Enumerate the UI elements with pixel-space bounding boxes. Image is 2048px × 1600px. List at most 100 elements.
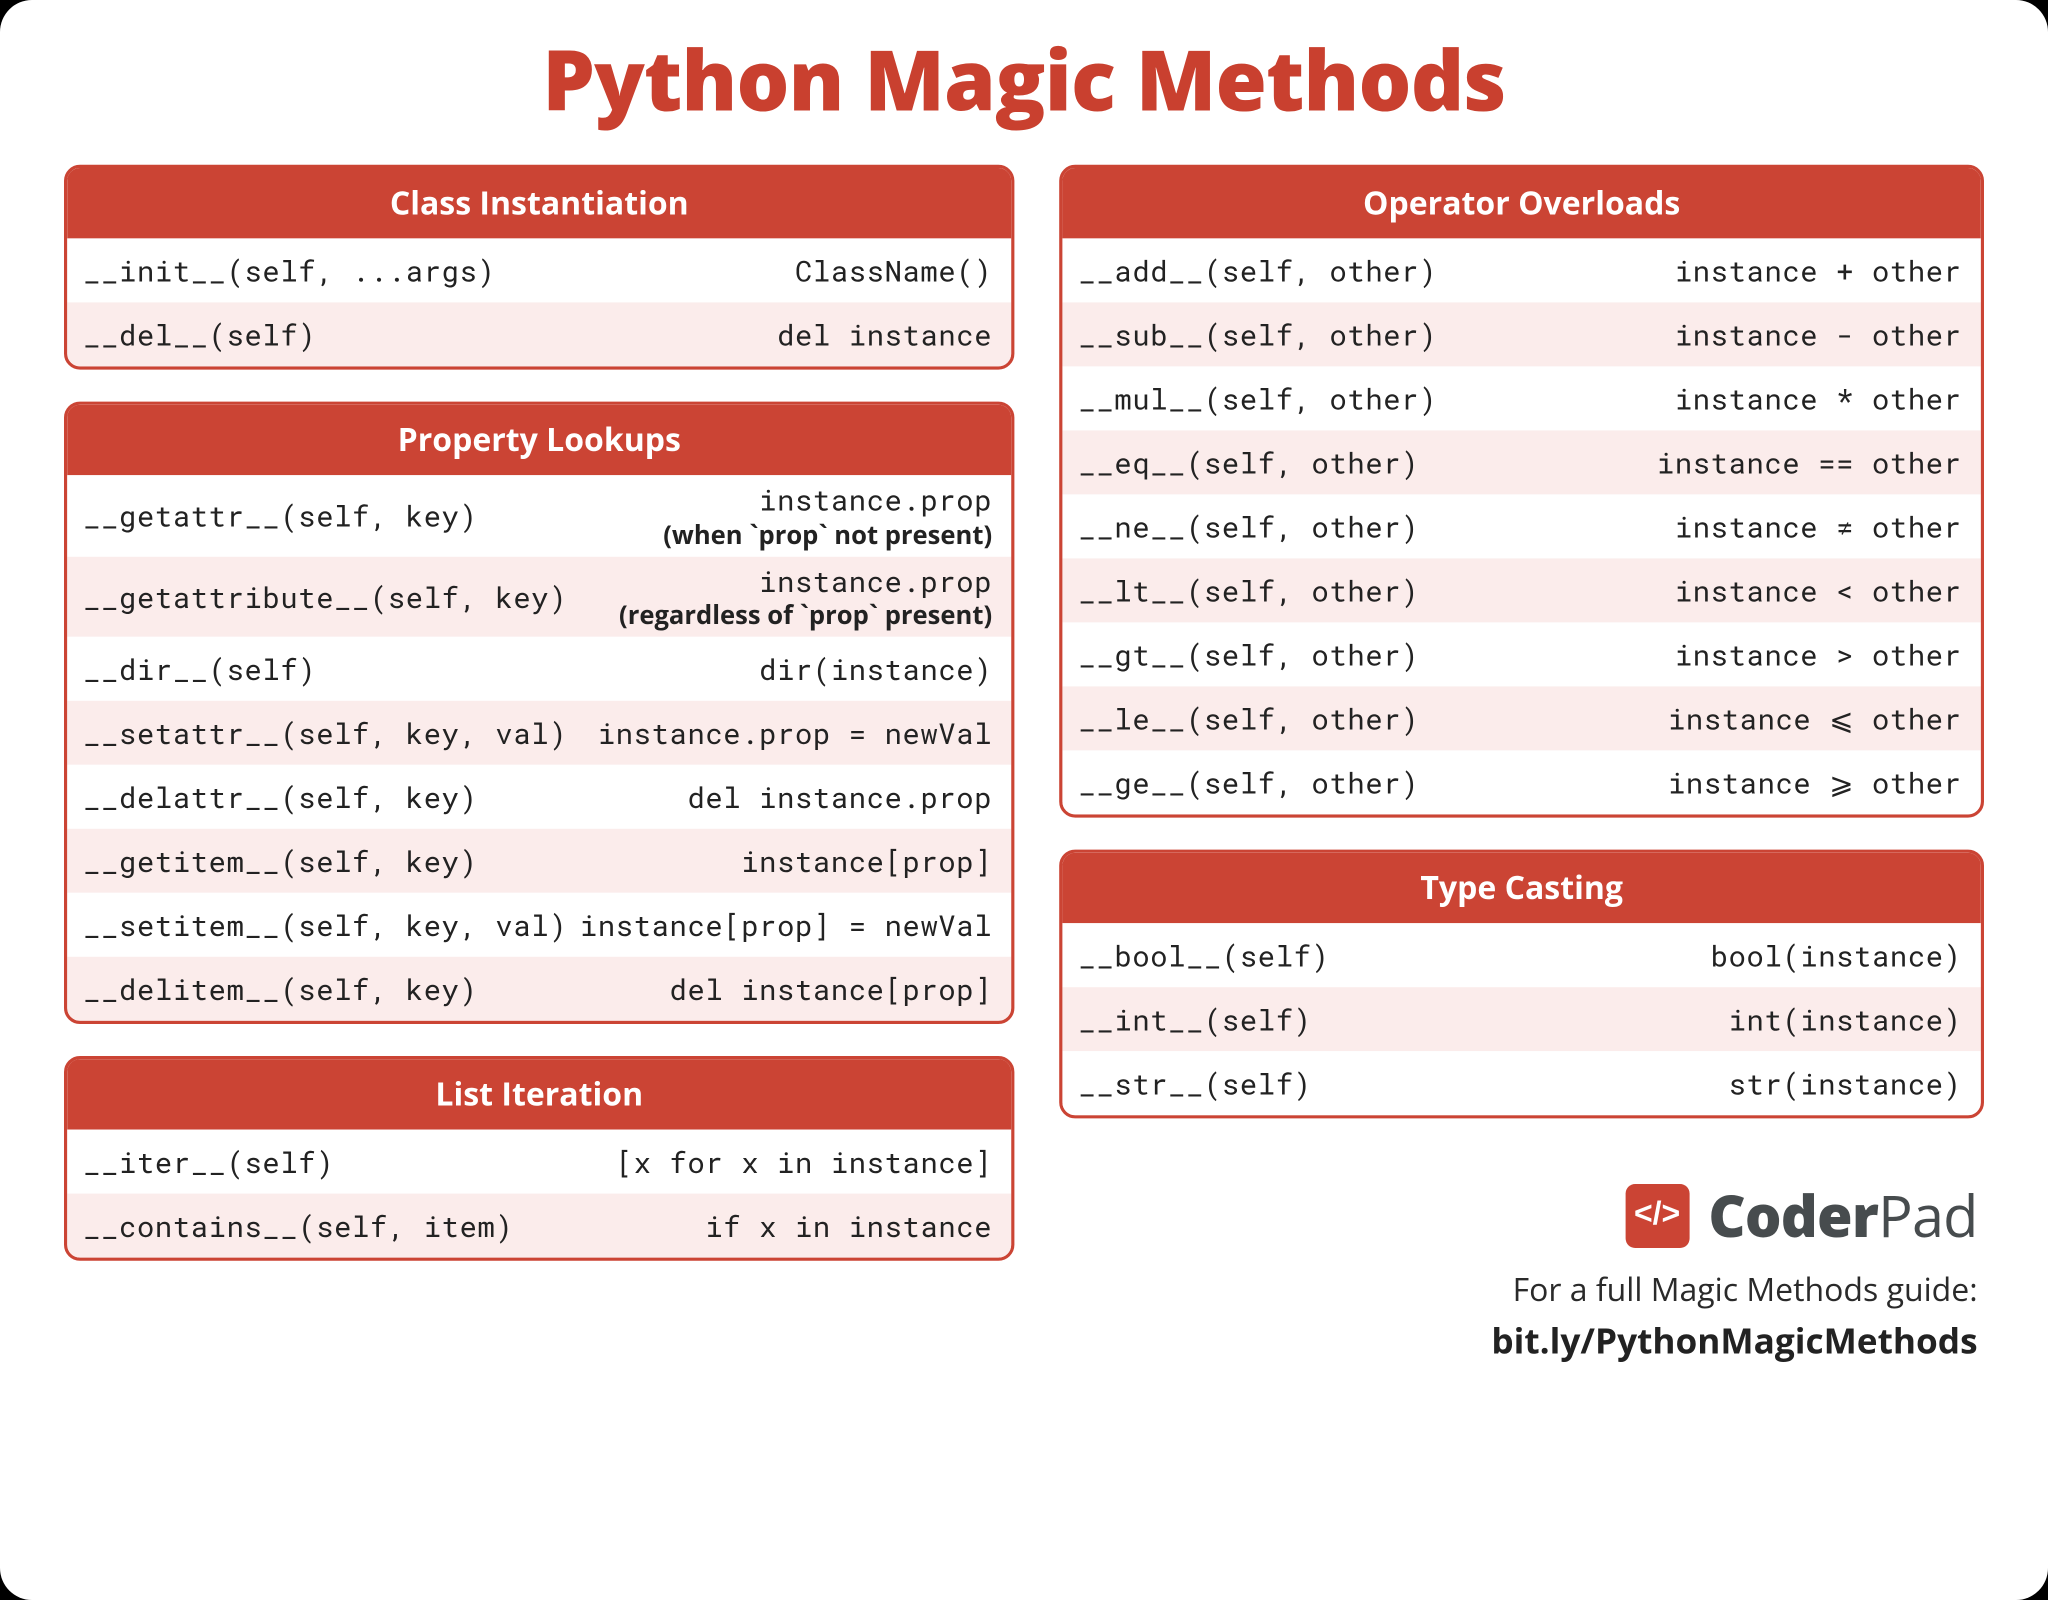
method-signature: __int__(self) xyxy=(1079,1000,1312,1038)
table-row: __mul__(self, other) instance * other xyxy=(1063,366,1981,430)
method-signature: __mul__(self, other) xyxy=(1079,379,1437,417)
usage-condition: (regardless of `prop` present) xyxy=(619,598,992,630)
usage-expression: del instance[prop] xyxy=(670,971,993,1007)
columns: Class Instantiation __init__(self, ...ar… xyxy=(64,165,1984,1365)
footer-link: bit.ly/PythonMagicMethods xyxy=(1059,1317,1977,1365)
table-row: __le__(self, other) instance ⩽ other xyxy=(1063,686,1981,750)
table-row: __str__(self) str(instance) xyxy=(1063,1051,1981,1115)
usage-expression: instance.prop = newVal xyxy=(598,715,992,751)
method-signature: __eq__(self, other) xyxy=(1079,443,1420,481)
usage-expression: instance.prop(regardless of `prop` prese… xyxy=(619,562,992,630)
usage-expression: instance[prop] xyxy=(741,843,992,879)
usage-expression: if x in instance xyxy=(705,1208,992,1244)
table-row: __setattr__(self, key, val) instance.prop… xyxy=(67,701,1011,765)
method-signature: __getattr__(self, key) xyxy=(83,496,477,534)
usage-expression: dir(instance) xyxy=(759,651,992,687)
table-row: __ne__(self, other) instance ≠ other xyxy=(1063,494,1981,558)
usage-expression: int(instance) xyxy=(1729,1001,1962,1037)
method-signature: __add__(self, other) xyxy=(1079,251,1437,289)
usage-expression: bool(instance) xyxy=(1711,937,1962,973)
method-signature: __lt__(self, other) xyxy=(1079,571,1420,609)
left-column: Class Instantiation __init__(self, ...ar… xyxy=(64,165,1015,1365)
method-signature: __del__(self) xyxy=(83,315,316,353)
card-class-instantiation: Class Instantiation __init__(self, ...ar… xyxy=(64,165,1015,370)
method-signature: __iter__(self) xyxy=(83,1142,334,1180)
usage-expression: del instance xyxy=(777,316,992,352)
card-header: Operator Overloads xyxy=(1063,168,1981,238)
method-signature: __ne__(self, other) xyxy=(1079,507,1420,545)
usage-condition: (when `prop` not present) xyxy=(663,518,992,550)
table-row: __int__(self) int(instance) xyxy=(1063,987,1981,1051)
table-row: __init__(self, ...args) ClassName() xyxy=(67,238,1011,302)
footer-caption: For a full Magic Methods guide: xyxy=(1059,1267,1977,1310)
table-row: __gt__(self, other) instance > other xyxy=(1063,622,1981,686)
usage-expression: instance.prop(when `prop` not present) xyxy=(663,482,992,550)
card-property-lookups: Property Lookups __getattr__(self, key) i… xyxy=(64,402,1015,1024)
usage-expression: instance == other xyxy=(1657,444,1962,480)
table-row: __del__(self) del instance xyxy=(67,302,1011,366)
usage-expression: instance ⩽ other xyxy=(1668,700,1962,736)
method-signature: __ge__(self, other) xyxy=(1079,763,1420,801)
table-row: __getitem__(self, key) instance[prop] xyxy=(67,829,1011,893)
footer: </> CoderPad For a full Magic Methods gu… xyxy=(1059,1176,1984,1365)
method-signature: __delitem__(self, key) xyxy=(83,970,477,1008)
card-type-casting: Type Casting __bool__(self) bool(instance… xyxy=(1059,850,1984,1119)
table-row: __getattribute__(self, key) instance.prop… xyxy=(67,556,1011,637)
cheat-sheet: Python Magic Methods Class Instantiation… xyxy=(0,0,2048,1600)
card-rows: __bool__(self) bool(instance) __int__(self… xyxy=(1063,923,1981,1115)
card-header: Property Lookups xyxy=(67,405,1011,475)
usage-expression: instance[prop] = newVal xyxy=(580,907,992,943)
table-row: __bool__(self) bool(instance) xyxy=(1063,923,1981,987)
card-list-iteration: List Iteration __iter__(self) [x for x in… xyxy=(64,1056,1015,1261)
usage-expression: instance > other xyxy=(1675,636,1962,672)
table-row: __iter__(self) [x for x in instance] xyxy=(67,1130,1011,1194)
card-rows: __init__(self, ...args) ClassName() __del_… xyxy=(67,238,1011,366)
table-row: __ge__(self, other) instance ⩾ other xyxy=(1063,750,1981,814)
usage-expression: instance ≠ other xyxy=(1675,508,1962,544)
method-signature: __getattribute__(self, key) xyxy=(83,577,567,615)
usage-expression: instance - other xyxy=(1675,316,1962,352)
method-signature: __sub__(self, other) xyxy=(1079,315,1437,353)
method-signature: __bool__(self) xyxy=(1079,936,1330,974)
method-signature: __le__(self, other) xyxy=(1079,699,1420,737)
usage-expression: del instance.prop xyxy=(687,779,992,815)
usage-expression: [x for x in instance] xyxy=(616,1144,992,1180)
table-row: __getattr__(self, key) instance.prop(when… xyxy=(67,475,1011,556)
card-operator-overloads: Operator Overloads __add__(self, other) i… xyxy=(1059,165,1984,818)
table-row: __lt__(self, other) instance < other xyxy=(1063,558,1981,622)
table-row: __dir__(self) dir(instance) xyxy=(67,637,1011,701)
table-row: __setitem__(self, key, val) instance[prop… xyxy=(67,893,1011,957)
method-signature: __gt__(self, other) xyxy=(1079,635,1420,673)
method-signature: __str__(self) xyxy=(1079,1064,1312,1102)
usage-expression: instance * other xyxy=(1675,380,1962,416)
coderpad-icon: </> xyxy=(1625,1183,1689,1247)
table-row: __add__(self, other) instance + other xyxy=(1063,238,1981,302)
method-signature: __setitem__(self, key, val) xyxy=(83,906,567,944)
brand-name: CoderPad xyxy=(1708,1176,1977,1254)
method-signature: __setattr__(self, key, val) xyxy=(83,714,567,752)
card-header: List Iteration xyxy=(67,1059,1011,1129)
right-column: Operator Overloads __add__(self, other) i… xyxy=(1059,165,1984,1365)
method-signature: __dir__(self) xyxy=(83,650,316,688)
table-row: __delitem__(self, key) del instance[prop] xyxy=(67,957,1011,1021)
table-row: __delattr__(self, key) del instance.prop xyxy=(67,765,1011,829)
method-signature: __getitem__(self, key) xyxy=(83,842,477,880)
method-signature: __contains__(self, item) xyxy=(83,1206,513,1244)
card-rows: __add__(self, other) instance + other __su… xyxy=(1063,238,1981,814)
card-rows: __getattr__(self, key) instance.prop(when… xyxy=(67,475,1011,1021)
card-rows: __iter__(self) [x for x in instance] __con… xyxy=(67,1130,1011,1258)
method-signature: __init__(self, ...args) xyxy=(83,251,495,289)
usage-expression: instance + other xyxy=(1675,252,1962,288)
card-header: Class Instantiation xyxy=(67,168,1011,238)
usage-expression: str(instance) xyxy=(1729,1065,1962,1101)
card-header: Type Casting xyxy=(1063,853,1981,923)
usage-expression: ClassName() xyxy=(795,252,992,288)
table-row: __eq__(self, other) instance == other xyxy=(1063,430,1981,494)
table-row: __sub__(self, other) instance - other xyxy=(1063,302,1981,366)
usage-expression: instance ⩾ other xyxy=(1668,764,1962,800)
brand-line: </> CoderPad xyxy=(1625,1176,1977,1254)
page-title: Python Magic Methods xyxy=(64,22,1984,136)
method-signature: __delattr__(self, key) xyxy=(83,778,477,816)
usage-expression: instance < other xyxy=(1675,572,1962,608)
table-row: __contains__(self, item) if x in instance xyxy=(67,1194,1011,1258)
